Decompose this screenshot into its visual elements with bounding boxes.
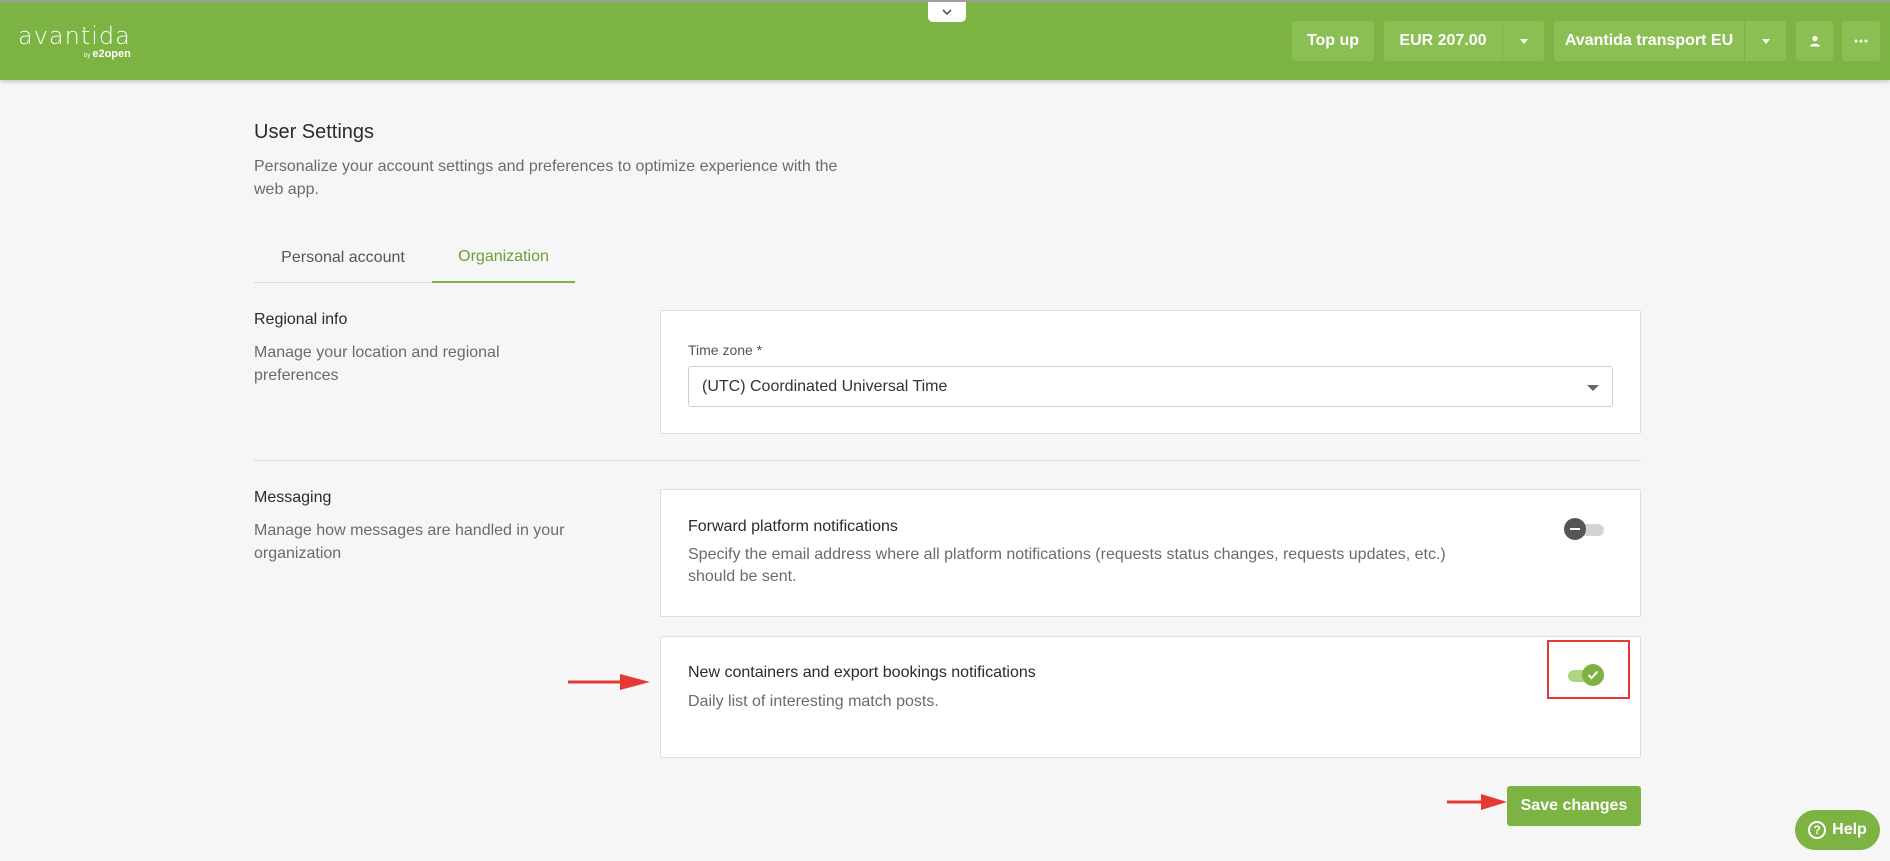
logo-subtitle: by e2open	[84, 48, 131, 60]
more-dots-icon	[1854, 39, 1868, 43]
top-navigation-bar: avantida by e2open Top up EUR 207.00 Avan…	[0, 0, 1890, 80]
section-divider	[254, 460, 1641, 461]
forward-notifications-card: Forward platform notifications Specify t…	[660, 489, 1641, 617]
toggle-off-icon	[1564, 518, 1586, 540]
regional-info-card: Time zone * (UTC) Coordinated Universal …	[660, 310, 1641, 434]
timezone-value: (UTC) Coordinated Universal Time	[702, 377, 948, 395]
page-description: Personalize your account settings and pr…	[254, 158, 838, 198]
logo-wordmark: avantida	[18, 22, 131, 50]
user-icon	[1809, 35, 1820, 47]
messaging-description: Manage how messages are handled in your …	[254, 522, 565, 562]
timezone-select[interactable]: (UTC) Coordinated Universal Time	[688, 366, 1613, 407]
containers-notifications-title: New containers and export bookings notif…	[688, 664, 1036, 681]
user-profile-button[interactable]	[1796, 21, 1833, 61]
toggle-highlight-box	[1547, 640, 1630, 699]
caret-down-icon	[1761, 38, 1770, 44]
chevron-down-icon	[942, 9, 952, 16]
help-button[interactable]: ? Help	[1795, 810, 1880, 850]
organization-dropdown-button[interactable]	[1744, 21, 1786, 61]
caret-down-icon	[1519, 38, 1528, 44]
containers-notifications-card: New containers and export bookings notif…	[660, 636, 1641, 758]
forward-notifications-title: Forward platform notifications	[688, 518, 898, 535]
save-changes-button[interactable]: Save changes	[1507, 786, 1641, 826]
forward-notifications-description: Specify the email address where all plat…	[688, 546, 1446, 585]
organization-button[interactable]: Avantida transport EU	[1554, 21, 1744, 61]
page-title: User Settings	[254, 121, 375, 143]
forward-notifications-toggle[interactable]	[1564, 517, 1604, 541]
help-label: Help	[1832, 821, 1867, 838]
more-menu-button[interactable]	[1842, 21, 1880, 61]
tab-organization[interactable]: Organization	[432, 233, 575, 283]
arrow-right-icon	[1447, 794, 1507, 810]
arrow-right-icon	[568, 674, 650, 690]
timezone-label: Time zone *	[688, 342, 763, 358]
dropdown-caret-icon	[1587, 385, 1599, 391]
regional-info-description: Manage your location and regional prefer…	[254, 344, 500, 384]
messaging-title: Messaging	[254, 489, 332, 506]
tab-personal-account[interactable]: Personal account	[254, 233, 432, 283]
regional-info-title: Regional info	[254, 311, 348, 328]
avantida-logo[interactable]: avantida by e2open	[18, 22, 131, 60]
collapse-header-button[interactable]	[928, 2, 966, 22]
balance-dropdown-button[interactable]	[1502, 21, 1544, 61]
top-up-button[interactable]: Top up	[1292, 21, 1374, 61]
help-circle-icon: ?	[1808, 821, 1827, 839]
containers-notifications-description: Daily list of interesting match posts.	[688, 693, 939, 710]
balance-button[interactable]: EUR 207.00	[1384, 21, 1502, 61]
